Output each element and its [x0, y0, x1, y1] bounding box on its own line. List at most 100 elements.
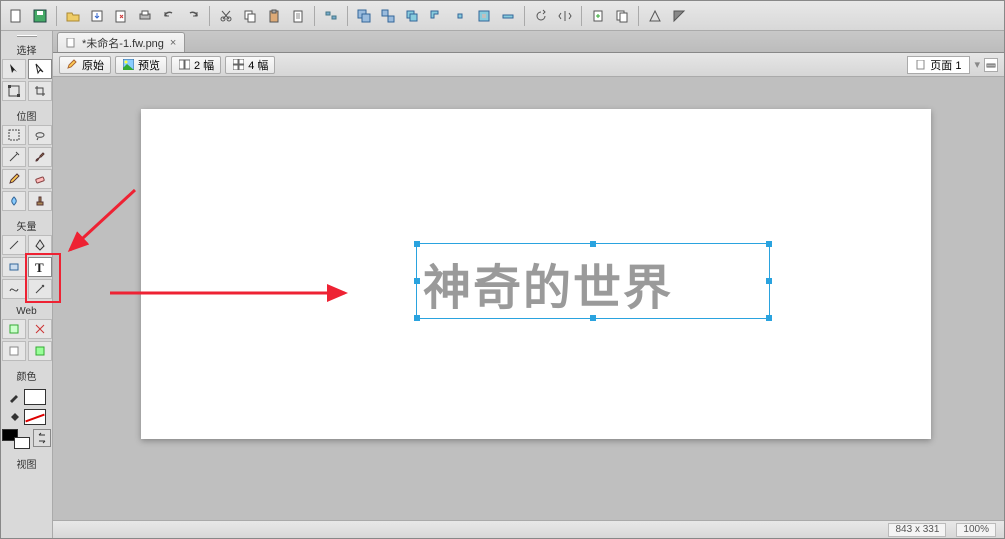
- text-object-content[interactable]: 神奇的世界: [417, 244, 769, 322]
- text-object-selection[interactable]: 神奇的世界: [416, 243, 770, 319]
- marquee-tool[interactable]: [2, 125, 26, 145]
- status-bar: 843 x 331 100%: [53, 520, 1004, 538]
- rotate-button[interactable]: [530, 5, 552, 27]
- document-icon: [66, 38, 76, 48]
- fill-bucket-icon: [8, 411, 20, 423]
- toolbar-separator: [524, 6, 525, 26]
- freeform-tool[interactable]: [2, 279, 26, 299]
- toolbox-section-web: Web: [1, 306, 52, 317]
- toolbar-separator: [347, 6, 348, 26]
- pencil-icon: [66, 59, 78, 71]
- intersect-button[interactable]: [449, 5, 471, 27]
- view-2up-button[interactable]: 2 幅: [171, 56, 221, 74]
- show-slices-button[interactable]: [28, 341, 52, 361]
- resize-handle-bm[interactable]: [590, 315, 596, 321]
- add-page-button[interactable]: [587, 5, 609, 27]
- pen-tool[interactable]: [28, 235, 52, 255]
- scale-tool[interactable]: [2, 81, 26, 101]
- resize-handle-mr[interactable]: [766, 278, 772, 284]
- page-selector[interactable]: 页面 1: [907, 56, 970, 74]
- resize-handle-br[interactable]: [766, 315, 772, 321]
- close-tab-button[interactable]: ×: [170, 37, 176, 49]
- punch-button[interactable]: [473, 5, 495, 27]
- page-selector-label: 页面 1: [930, 57, 961, 73]
- main-row: 选择 位图 矢量: [1, 31, 1004, 538]
- new-doc-button[interactable]: [5, 5, 27, 27]
- view-preview-button[interactable]: 预览: [115, 56, 167, 74]
- toolbar-separator: [209, 6, 210, 26]
- view-preview-label: 预览: [138, 57, 160, 73]
- flip-button[interactable]: [554, 5, 576, 27]
- two-pane-icon: [178, 59, 190, 71]
- hotspot-tool[interactable]: [2, 319, 26, 339]
- knife-tool[interactable]: [28, 279, 52, 299]
- magic-wand-tool[interactable]: [2, 147, 26, 167]
- paste-button[interactable]: [263, 5, 285, 27]
- view-4up-button[interactable]: 4 幅: [225, 56, 275, 74]
- toolbox-section-select: 选择: [1, 42, 52, 57]
- slice-tool[interactable]: [28, 319, 52, 339]
- pencil-tool[interactable]: [2, 169, 26, 189]
- combine-button[interactable]: [401, 5, 423, 27]
- resize-handle-tl[interactable]: [414, 241, 420, 247]
- stroke-eyedropper-icon: [8, 391, 20, 403]
- resize-handle-tr[interactable]: [766, 241, 772, 247]
- page-icon: [916, 60, 926, 70]
- fill-color-swatch[interactable]: [24, 409, 46, 425]
- toolbox-section-vector: 矢量: [1, 218, 52, 233]
- document-tab-strip: *未命名-1.fw.png ×: [53, 31, 1004, 53]
- view-toolbar: 原始 预览 2 幅 4 幅 页面 1: [53, 53, 1004, 77]
- page-dropdown-arrow[interactable]: ▾: [974, 58, 980, 71]
- undo-button[interactable]: [158, 5, 180, 27]
- sharpen-button[interactable]: [644, 5, 666, 27]
- ungroup-button[interactable]: [377, 5, 399, 27]
- save-button[interactable]: [29, 5, 51, 27]
- resize-handle-bl[interactable]: [414, 315, 420, 321]
- redo-button[interactable]: [182, 5, 204, 27]
- view-original-button[interactable]: 原始: [59, 56, 111, 74]
- pointer-tool[interactable]: [2, 59, 26, 79]
- crop-tool[interactable]: [28, 81, 52, 101]
- default-colors-button[interactable]: [2, 429, 30, 449]
- copy-button[interactable]: [239, 5, 261, 27]
- eraser-tool[interactable]: [28, 169, 52, 189]
- document-tab[interactable]: *未命名-1.fw.png ×: [57, 32, 185, 52]
- flatten-button[interactable]: [497, 5, 519, 27]
- line-tool[interactable]: [2, 235, 26, 255]
- swap-colors-button[interactable]: [33, 429, 51, 447]
- rectangle-tool[interactable]: [2, 257, 26, 277]
- blur-tool[interactable]: [2, 191, 26, 211]
- open-button[interactable]: [62, 5, 84, 27]
- cut-button[interactable]: [215, 5, 237, 27]
- toolbox-section-view: 视图: [1, 456, 52, 471]
- toolbar-separator: [581, 6, 582, 26]
- canvas-viewport[interactable]: 神奇的世界: [53, 77, 1004, 520]
- subtract-button[interactable]: [425, 5, 447, 27]
- svg-text:T: T: [35, 260, 44, 274]
- import-button[interactable]: [86, 5, 108, 27]
- group-button[interactable]: [353, 5, 375, 27]
- clipboard-button[interactable]: [287, 5, 309, 27]
- toolbox-grip[interactable]: [1, 33, 52, 39]
- subselection-tool[interactable]: [28, 59, 52, 79]
- brush-tool[interactable]: [28, 147, 52, 167]
- align-button[interactable]: [320, 5, 342, 27]
- app-root: 选择 位图 矢量: [0, 0, 1005, 539]
- status-zoom[interactable]: 100%: [956, 523, 996, 537]
- stroke-color-swatch[interactable]: [24, 389, 46, 405]
- document-area: *未命名-1.fw.png × 原始 预览 2 幅: [53, 31, 1004, 538]
- text-tool[interactable]: T: [28, 257, 52, 277]
- lasso-tool[interactable]: [28, 125, 52, 145]
- stamp-tool[interactable]: [28, 191, 52, 211]
- resize-handle-tm[interactable]: [590, 241, 596, 247]
- print-button[interactable]: [134, 5, 156, 27]
- view-ruler-toggle[interactable]: [984, 58, 998, 72]
- image-icon: [122, 59, 134, 71]
- mask-button[interactable]: [668, 5, 690, 27]
- canvas[interactable]: 神奇的世界: [141, 109, 931, 439]
- duplicate-page-button[interactable]: [611, 5, 633, 27]
- hide-slices-button[interactable]: [2, 341, 26, 361]
- toolbar-separator: [314, 6, 315, 26]
- resize-handle-ml[interactable]: [414, 278, 420, 284]
- export-page-button[interactable]: [110, 5, 132, 27]
